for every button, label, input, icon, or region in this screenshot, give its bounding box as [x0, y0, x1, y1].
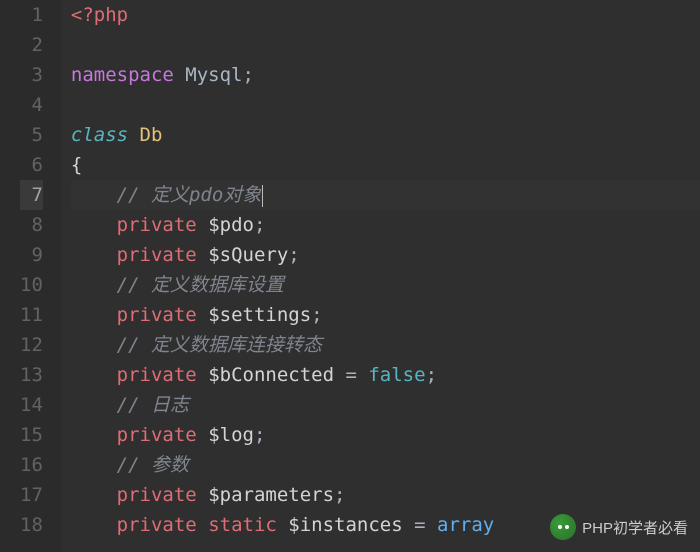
- line-number: 14: [20, 390, 43, 420]
- code-line[interactable]: private $sQuery;: [71, 240, 700, 270]
- code-editor[interactable]: 123456789101112131415161718 <?phpnamespa…: [0, 0, 700, 552]
- code-line[interactable]: [71, 90, 700, 120]
- code-line[interactable]: // 定义pdo对象: [71, 180, 700, 210]
- code-line[interactable]: // 日志: [71, 390, 700, 420]
- line-number: 6: [20, 150, 43, 180]
- code-line[interactable]: private $parameters;: [71, 480, 700, 510]
- line-number: 2: [20, 30, 43, 60]
- line-number: 7: [20, 180, 43, 210]
- code-line[interactable]: class Db: [71, 120, 700, 150]
- code-line[interactable]: // 定义数据库设置: [71, 270, 700, 300]
- code-line[interactable]: [71, 30, 700, 60]
- wechat-icon: [550, 514, 576, 540]
- line-number: 8: [20, 210, 43, 240]
- code-line[interactable]: private $bConnected = false;: [71, 360, 700, 390]
- line-number: 18: [20, 510, 43, 540]
- code-line[interactable]: private $settings;: [71, 300, 700, 330]
- text-cursor: [262, 185, 263, 207]
- line-number: 3: [20, 60, 43, 90]
- code-line[interactable]: namespace Mysql;: [71, 60, 700, 90]
- code-line[interactable]: {: [71, 150, 700, 180]
- line-number: 12: [20, 330, 43, 360]
- line-number: 5: [20, 120, 43, 150]
- code-area[interactable]: <?php namespace Mysql; class Db{ // 定义pdo对…: [61, 0, 700, 552]
- line-number: 1: [20, 0, 43, 30]
- watermark-text: PHP初学者必看: [582, 517, 688, 538]
- watermark: PHP初学者必看: [550, 514, 688, 540]
- line-number: 16: [20, 450, 43, 480]
- code-line[interactable]: // 定义数据库连接转态: [71, 330, 700, 360]
- code-line[interactable]: // 参数: [71, 450, 700, 480]
- code-line[interactable]: <?php: [71, 0, 700, 30]
- line-number: 10: [20, 270, 43, 300]
- line-number: 15: [20, 420, 43, 450]
- line-number: 17: [20, 480, 43, 510]
- line-number: 13: [20, 360, 43, 390]
- line-gutter: 123456789101112131415161718: [0, 0, 61, 552]
- code-line[interactable]: private $log;: [71, 420, 700, 450]
- line-number: 4: [20, 90, 43, 120]
- code-line[interactable]: private $pdo;: [71, 210, 700, 240]
- line-number: 11: [20, 300, 43, 330]
- line-number: 9: [20, 240, 43, 270]
